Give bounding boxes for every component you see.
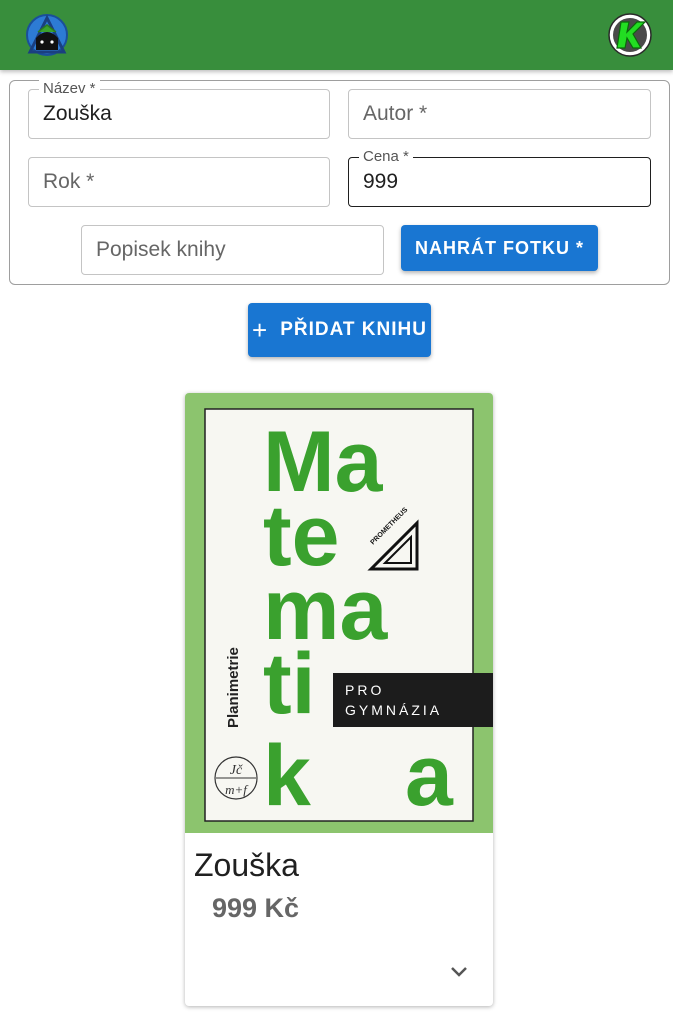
rok-field[interactable] — [28, 157, 330, 207]
chevron-down-icon[interactable] — [447, 960, 471, 984]
book-price: 999 Kč — [212, 893, 300, 923]
school-logo-icon[interactable] — [24, 12, 70, 58]
cover-letters-5: k — [263, 728, 311, 824]
nazev-field[interactable]: Název * — [28, 80, 330, 139]
seal-top-text: Jč — [230, 763, 243, 778]
popisek-field[interactable] — [81, 225, 384, 275]
upload-photo-button[interactable]: NAHRÁT FOTKU * — [401, 225, 598, 271]
nazev-input[interactable] — [43, 90, 315, 138]
book-cover-image: Ma te ma ti k a Planimetrie PRO GYMNÁZIA… — [185, 393, 493, 833]
cover-badge-line1: PRO — [345, 682, 384, 698]
popisek-input[interactable] — [96, 226, 369, 274]
app-bar: K — [0, 0, 673, 70]
user-avatar-icon[interactable]: K — [607, 12, 653, 58]
cover-badge-line2: GYMNÁZIA — [345, 702, 442, 718]
rok-input[interactable] — [43, 158, 315, 206]
autor-input[interactable] — [363, 90, 636, 138]
cover-side-text: Planimetrie — [225, 647, 242, 728]
seal-icon: Jč m+f — [214, 756, 258, 800]
book-title: Zouška — [194, 847, 299, 883]
book-card[interactable]: Ma te ma ti k a Planimetrie PRO GYMNÁZIA… — [185, 393, 493, 1006]
cover-letters-4: ti — [263, 636, 316, 732]
cena-input[interactable] — [363, 158, 636, 206]
plus-icon: + — [252, 315, 269, 345]
add-book-button[interactable]: + PŘIDAT KNIHU — [248, 303, 431, 357]
cena-field[interactable]: Cena * — [348, 148, 651, 207]
autor-field[interactable] — [348, 89, 651, 139]
cover-letters-6: a — [405, 728, 454, 824]
add-book-label: PŘIDAT KNIHU — [280, 319, 427, 340]
seal-bottom-text: m+f — [225, 782, 249, 797]
